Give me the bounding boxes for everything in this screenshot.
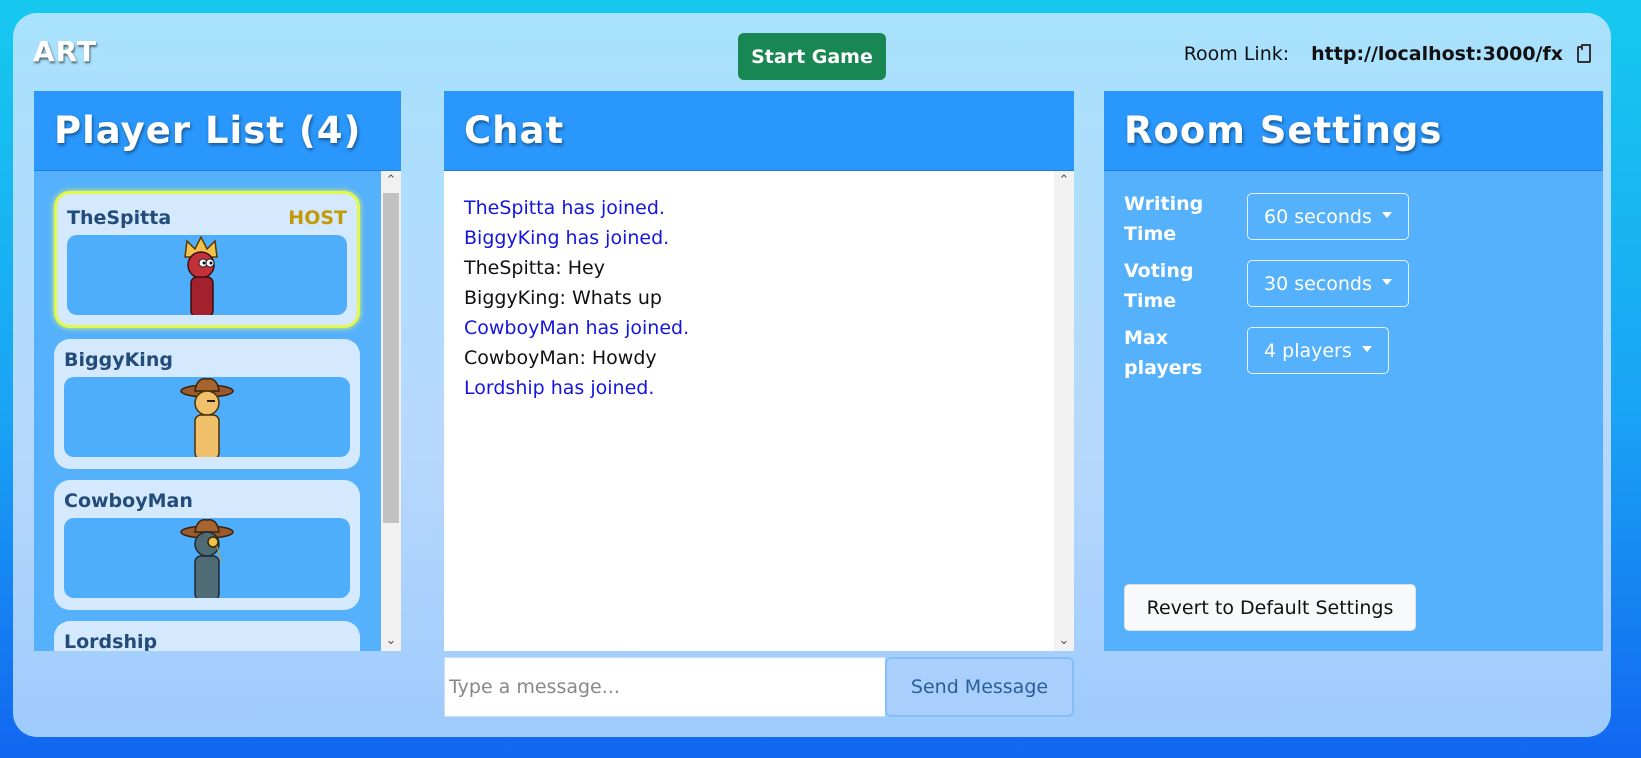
player-name: TheSpitta	[67, 207, 172, 229]
player-card: CowboyMan	[54, 480, 360, 610]
avatar-frame	[64, 377, 350, 457]
chat-scrollbar[interactable]: ⌃ ⌄	[1054, 171, 1074, 651]
app-window: ART Start Game Room Link: http://localho…	[13, 13, 1611, 737]
chat-title: Chat	[444, 91, 1074, 171]
player-name: CowboyMan	[64, 490, 193, 512]
send-message-button[interactable]: Send Message	[885, 657, 1074, 717]
chevron-down-icon[interactable]: ⌄	[1054, 631, 1074, 651]
player-card: Lordship	[54, 621, 360, 651]
chat-log: TheSpitta has joined. BiggyKing has join…	[444, 171, 1074, 651]
room-settings-panel: Room Settings Writing Time 60 seconds Vo…	[1104, 91, 1603, 651]
setting-writing-time: Writing Time 60 seconds	[1124, 189, 1409, 249]
player-list-body: TheSpitta HOST BiggyKing CowboyMan Lords…	[34, 171, 401, 651]
room-link-url[interactable]: http://localhost:3000/fx	[1311, 43, 1563, 65]
avatar-frame	[64, 518, 350, 598]
player-card: BiggyKing	[54, 339, 360, 469]
clipboard-icon[interactable]	[1577, 43, 1591, 63]
chevron-down-icon[interactable]: ⌄	[381, 631, 401, 651]
voting-time-select[interactable]: 30 seconds	[1247, 260, 1409, 307]
player-list-scrollbar[interactable]: ⌃ ⌄	[381, 171, 401, 651]
player-name: BiggyKing	[64, 349, 173, 371]
avatar-frame	[67, 235, 347, 315]
room-settings-title: Room Settings	[1104, 91, 1603, 171]
scrollbar-thumb[interactable]	[383, 193, 399, 523]
caret-down-icon	[1361, 345, 1372, 352]
revert-default-settings-button[interactable]: Revert to Default Settings	[1124, 584, 1416, 631]
host-badge: HOST	[288, 207, 347, 229]
red-king-avatar	[184, 235, 218, 315]
start-game-button[interactable]: Start Game	[738, 33, 886, 80]
max-players-label: Max players	[1124, 327, 1203, 379]
setting-max-players: Max players 4 players	[1124, 323, 1389, 383]
player-list-title: Player List (4)	[34, 91, 401, 171]
max-players-select[interactable]: 4 players	[1247, 327, 1389, 374]
chat-message: Lordship has joined.	[464, 377, 655, 399]
chat-input-row: Send Message	[444, 657, 1074, 717]
message-input[interactable]	[444, 657, 885, 717]
room-link: Room Link: http://localhost:3000/fx	[1184, 43, 1591, 65]
writing-time-label: Writing Time	[1124, 193, 1204, 245]
chevron-up-icon[interactable]: ⌃	[1054, 171, 1074, 191]
room-settings-body: Writing Time 60 seconds Voting Time 30 s…	[1104, 171, 1603, 651]
chat-message: CowboyMan has joined.	[464, 317, 690, 339]
voting-time-value: 30 seconds	[1264, 272, 1372, 295]
max-players-value: 4 players	[1264, 339, 1352, 362]
caret-down-icon	[1381, 278, 1392, 285]
voting-time-label: Voting Time	[1124, 260, 1194, 312]
player-card-host: TheSpitta HOST	[54, 191, 360, 328]
caret-down-icon	[1381, 211, 1392, 218]
yellow-cowboy-avatar	[180, 378, 234, 457]
chat-panel: Chat TheSpitta has joined. BiggyKing has…	[444, 91, 1074, 651]
player-list: TheSpitta HOST BiggyKing CowboyMan Lords…	[54, 191, 360, 651]
chat-message: BiggyKing: Whats up	[464, 287, 662, 309]
gray-cowboy-monocle-avatar	[180, 519, 234, 598]
writing-time-value: 60 seconds	[1264, 205, 1372, 228]
app-logo: ART	[33, 35, 98, 68]
setting-voting-time: Voting Time 30 seconds	[1124, 256, 1409, 316]
chat-message: TheSpitta has joined.	[464, 197, 665, 219]
room-link-label: Room Link:	[1183, 43, 1290, 65]
player-name: Lordship	[64, 631, 158, 651]
chat-message: TheSpitta: Hey	[464, 257, 605, 279]
player-list-panel: Player List (4) TheSpitta HOST BiggyKing…	[34, 91, 401, 651]
chat-message: BiggyKing has joined.	[464, 227, 670, 249]
writing-time-select[interactable]: 60 seconds	[1247, 193, 1409, 240]
chat-message: CowboyMan: Howdy	[464, 347, 657, 369]
chevron-up-icon[interactable]: ⌃	[381, 171, 401, 191]
